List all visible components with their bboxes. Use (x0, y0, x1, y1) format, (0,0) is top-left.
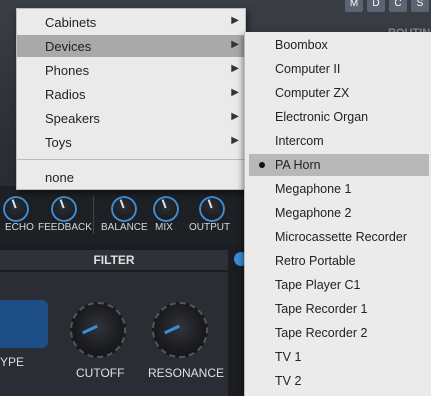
menu-item-devices[interactable]: Devices ▶ (17, 35, 245, 57)
submenu-item-label: PA Horn (275, 158, 321, 172)
mode-button-c[interactable]: C (389, 0, 407, 12)
echo-label: ECHO (5, 222, 34, 233)
menu-item-toys[interactable]: Toys ▶ (17, 131, 245, 153)
cutoff-knob[interactable] (70, 302, 126, 358)
mode-button-m[interactable]: M (345, 0, 363, 12)
submenu-item[interactable]: Megaphone 1 (245, 178, 431, 200)
filter-title: FILTER (0, 250, 228, 270)
submenu-item[interactable]: Computer II (245, 58, 431, 80)
submenu-item[interactable]: TV 1 (245, 346, 431, 368)
submenu-item-selected[interactable]: PA Horn (249, 154, 429, 176)
output-knob[interactable] (196, 193, 228, 225)
echo-knob[interactable] (0, 193, 32, 225)
submenu-item-label: TV 2 (275, 374, 302, 388)
resonance-label: RESONANCE (148, 366, 225, 380)
menu-item-cabinets[interactable]: Cabinets ▶ (17, 11, 245, 33)
mix-knob[interactable] (150, 193, 182, 225)
cutoff-label: CUTOFF (76, 366, 125, 380)
submenu-arrow-icon: ▶ (231, 87, 239, 98)
submenu-item[interactable]: Microcassette Recorder (245, 226, 431, 248)
submenu-item-label: Electronic Organ (275, 110, 369, 124)
menu-item-label: none (45, 170, 74, 185)
menu-divider (17, 159, 245, 160)
menu-item-phones[interactable]: Phones ▶ (17, 59, 245, 81)
menu-item-speakers[interactable]: Speakers ▶ (17, 107, 245, 129)
submenu-item-label: Megaphone 2 (275, 206, 352, 220)
filter-type-label: YPE (0, 355, 25, 369)
menu-item-label: Cabinets (45, 15, 97, 30)
submenu-item[interactable]: Retro Portable (245, 250, 431, 272)
menu-item-label: Speakers (45, 111, 100, 126)
submenu-item[interactable]: Megaphone 2 (245, 202, 431, 224)
submenu-item-label: Megaphone 1 (275, 182, 352, 196)
submenu-item[interactable]: TV 2 (245, 370, 431, 392)
feedback-label: FEEDBACK (38, 222, 92, 233)
submenu-item[interactable]: Tape Player C1 (245, 274, 431, 296)
divider (93, 196, 94, 234)
menu-item-none[interactable]: none (17, 166, 245, 188)
menu-item-label: Radios (45, 87, 86, 102)
submenu-item[interactable]: Intercom (245, 130, 431, 152)
submenu-item[interactable]: Electronic Organ (245, 106, 431, 128)
submenu-item-label: TV 1 (275, 350, 302, 364)
feedback-knob[interactable] (48, 193, 80, 225)
submenu-item-label: Microcassette Recorder (275, 230, 407, 244)
output-label: OUTPUT (189, 222, 231, 233)
submenu-item-label: Tape Recorder 2 (275, 326, 368, 340)
submenu-item[interactable]: Computer ZX (245, 82, 431, 104)
submenu-item[interactable]: Boombox (245, 34, 431, 56)
submenu-arrow-icon: ▶ (231, 111, 239, 122)
submenu-item[interactable]: Tape Recorder 1 (245, 298, 431, 320)
submenu-arrow-icon: ▶ (231, 135, 239, 146)
menu-item-label: Devices (45, 39, 92, 54)
menu-item-radios[interactable]: Radios ▶ (17, 83, 245, 105)
submenu-item[interactable]: Tape Recorder 2 (245, 322, 431, 344)
submenu-arrow-icon: ▶ (231, 39, 239, 50)
submenu-item-label: Computer II (275, 62, 341, 76)
devices-submenu: Boombox Computer II Computer ZX Electron… (244, 32, 431, 396)
submenu-item-label: Boombox (275, 38, 328, 52)
submenu-item-label: Tape Recorder 1 (275, 302, 368, 316)
mode-button-d[interactable]: D (367, 0, 385, 12)
submenu-item-label: Intercom (275, 134, 324, 148)
selected-bullet-icon (259, 162, 265, 168)
submenu-arrow-icon: ▶ (231, 63, 239, 74)
category-menu: Cabinets ▶ Devices ▶ Phones ▶ Radios ▶ S… (16, 8, 246, 190)
submenu-item-label: Computer ZX (275, 86, 350, 100)
mix-label: MIX (155, 222, 173, 233)
menu-item-label: Toys (45, 135, 72, 150)
submenu-item-label: Retro Portable (275, 254, 356, 268)
balance-knob[interactable] (108, 193, 140, 225)
submenu-arrow-icon: ▶ (231, 15, 239, 26)
mode-button-s[interactable]: S (411, 0, 429, 12)
menu-item-label: Phones (45, 63, 90, 78)
balance-label: BALANCE (101, 222, 148, 233)
resonance-knob[interactable] (152, 302, 208, 358)
filter-type-selector[interactable] (0, 300, 48, 348)
submenu-item-label: Tape Player C1 (275, 278, 361, 292)
